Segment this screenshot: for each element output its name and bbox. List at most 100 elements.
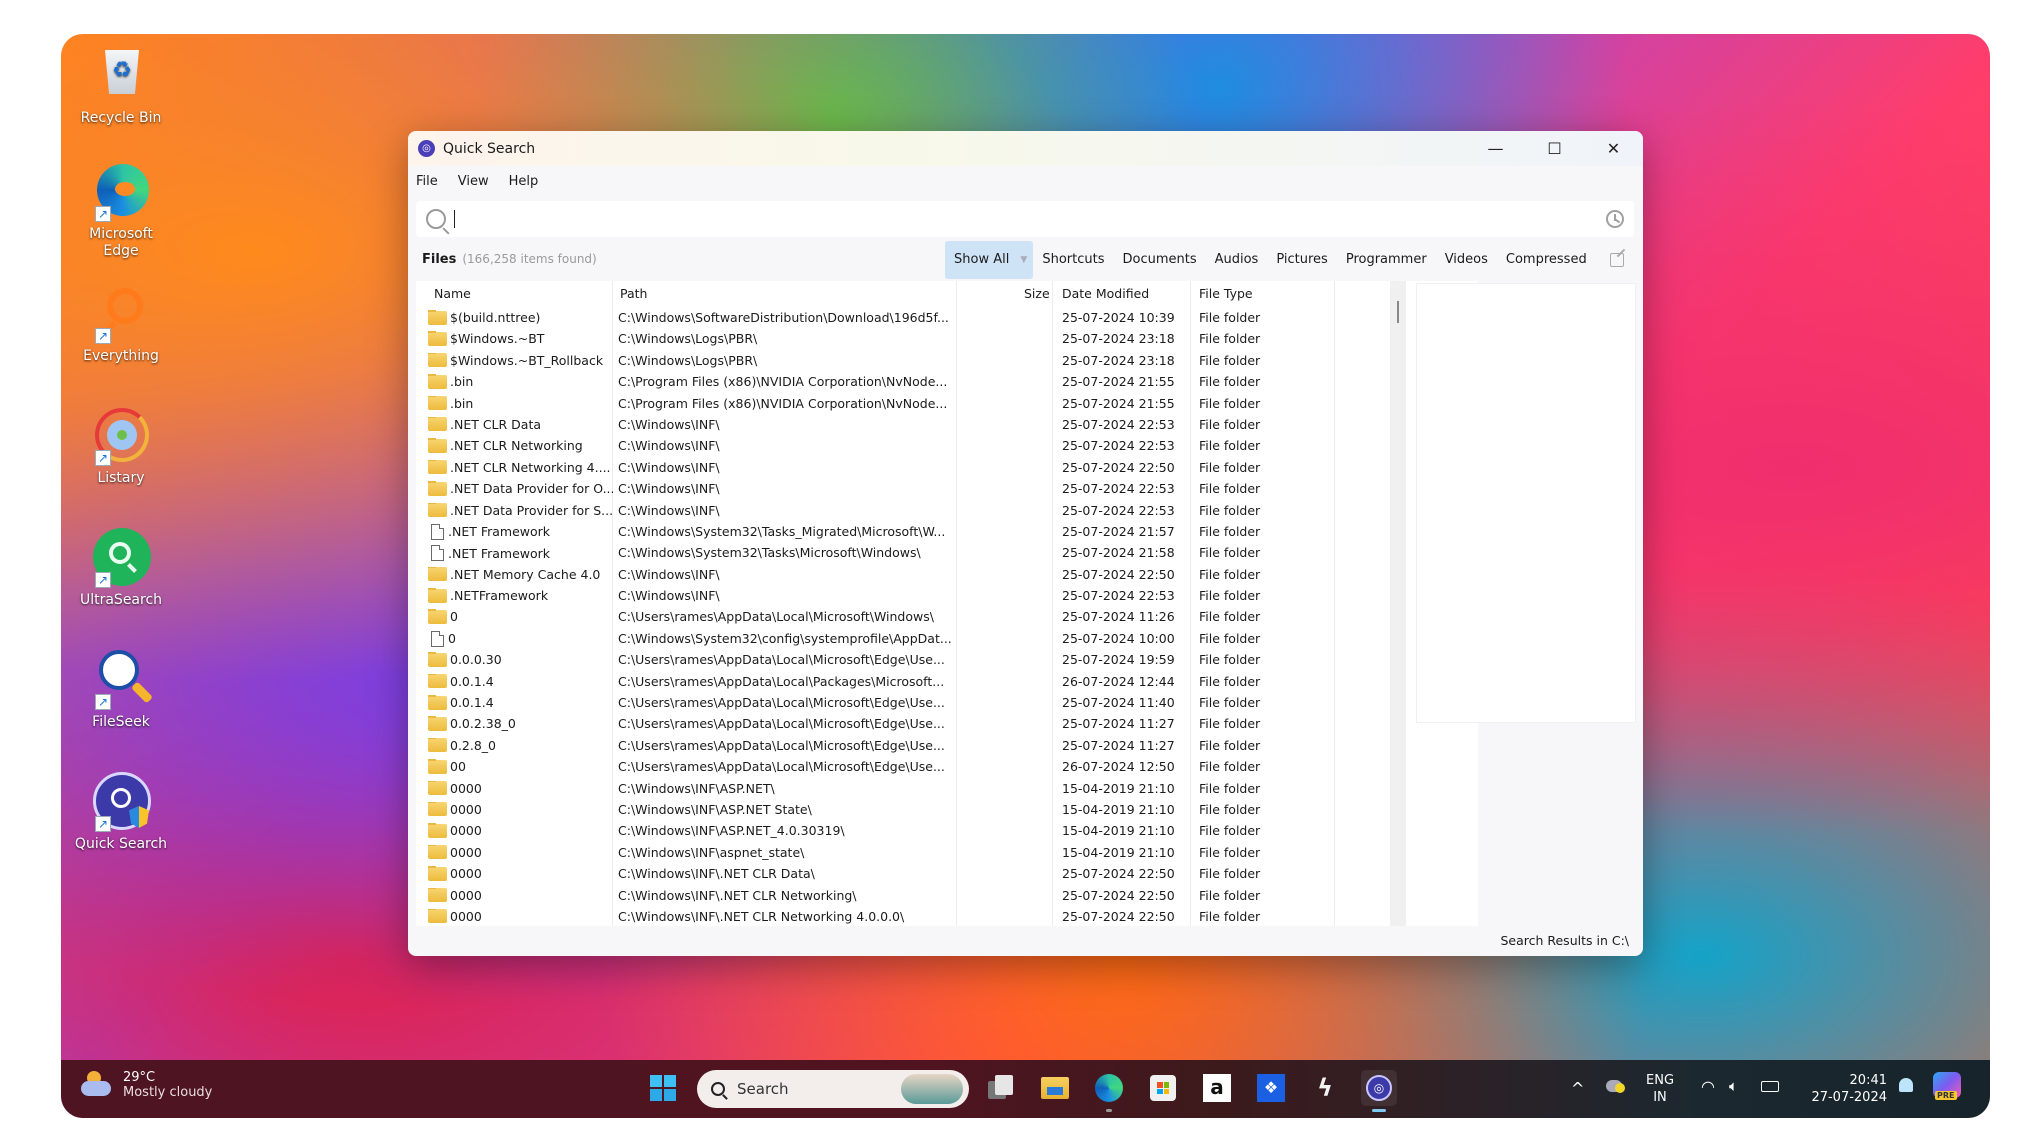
task-view-button[interactable] <box>983 1070 1019 1106</box>
file-type: File folder <box>1199 823 1261 839</box>
volume-icon[interactable]: 🔈︎ <box>1729 1078 1738 1095</box>
desktop-icon-label: Listary <box>97 470 145 486</box>
table-row[interactable]: .bin C:\Program Files (x86)\NVIDIA Corpo… <box>416 394 1478 415</box>
table-row[interactable]: .NET CLR Networking 4.... C:\Windows\INF… <box>416 458 1478 479</box>
tab-documents[interactable]: Documents <box>1113 241 1205 279</box>
table-row[interactable]: .NET Framework C:\Windows\System32\Tasks… <box>416 522 1478 543</box>
tab-compressed[interactable]: Compressed <box>1497 241 1596 279</box>
clock[interactable]: 20:41 27-07-2024 <box>1805 1072 1887 1106</box>
edge-taskbar-button[interactable] <box>1091 1070 1127 1112</box>
table-row[interactable]: 0 C:\Users\rames\AppData\Local\Microsoft… <box>416 607 1478 628</box>
menu-help[interactable]: Help <box>509 174 539 189</box>
show-hidden-icons-button[interactable]: ^ <box>1571 1080 1584 1097</box>
desktop-icon-recycle-bin[interactable]: ♻ Recycle Bin <box>73 46 169 127</box>
file-type: File folder <box>1199 908 1261 924</box>
column-header-name[interactable]: Name <box>434 286 471 301</box>
close-button[interactable]: ✕ <box>1584 131 1643 166</box>
table-row[interactable]: .bin C:\Program Files (x86)\NVIDIA Corpo… <box>416 372 1478 393</box>
table-row[interactable]: 0000 C:\Windows\INF\aspnet_state\ 15-04-… <box>416 843 1478 864</box>
copilot-button[interactable]: PRE <box>1933 1072 1961 1100</box>
table-row[interactable]: .NET Framework C:\Windows\System32\Tasks… <box>416 543 1478 564</box>
desktop-icon-microsoft-edge[interactable]: ↗ Microsoft Edge <box>73 162 169 260</box>
table-row[interactable]: .NET Memory Cache 4.0 C:\Windows\INF\ 25… <box>416 565 1478 586</box>
column-header-size[interactable]: Size <box>1024 286 1050 301</box>
desktop-icon-quick-search[interactable]: ↗ Quick Search <box>73 772 169 853</box>
vertical-scrollbar[interactable] <box>1390 281 1406 926</box>
folder-icon <box>428 673 447 689</box>
history-icon[interactable] <box>1606 210 1624 228</box>
table-row[interactable]: .NET Data Provider for S... C:\Windows\I… <box>416 501 1478 522</box>
folder-icon <box>428 652 447 667</box>
folder-icon <box>428 588 447 603</box>
table-row[interactable]: $Windows.~BT C:\Windows\Logs\PBR\ 25-07-… <box>416 329 1478 350</box>
table-row[interactable]: 0000 C:\Windows\INF\ASP.NET_4.0.30319\ 1… <box>416 821 1478 842</box>
start-button[interactable] <box>645 1070 681 1106</box>
file-path: C:\Users\rames\AppData\Local\Packages\Mi… <box>618 673 945 689</box>
scrollbar-thumb[interactable] <box>1397 301 1399 323</box>
table-row[interactable]: 0000 C:\Windows\INF\ASP.NET\ 15-04-2019 … <box>416 779 1478 800</box>
microsoft-store-button[interactable] <box>1145 1070 1181 1106</box>
tab-audios[interactable]: Audios <box>1206 241 1268 279</box>
file-name: 0 <box>450 609 458 625</box>
file-explorer-button[interactable] <box>1037 1070 1073 1106</box>
file-path: C:\Program Files (x86)\NVIDIA Corporatio… <box>618 395 948 411</box>
weather-temperature: 29°C <box>123 1070 156 1085</box>
battery-icon[interactable] <box>1761 1081 1779 1092</box>
table-row[interactable]: .NET Data Provider for O... C:\Windows\I… <box>416 479 1478 500</box>
table-row[interactable]: 0.0.1.4 C:\Users\rames\AppData\Local\Mic… <box>416 693 1478 714</box>
file-name-cell: .NET Data Provider for O... <box>428 481 613 496</box>
menu-file[interactable]: File <box>416 174 438 189</box>
desktop-icon-ultrasearch[interactable]: ↗ UltraSearch <box>73 528 169 609</box>
desktop-icon-everything[interactable]: ↗ Everything <box>73 284 169 365</box>
table-row[interactable]: $Windows.~BT_Rollback C:\Windows\Logs\PB… <box>416 351 1478 372</box>
table-row[interactable]: .NETFramework C:\Windows\INF\ 25-07-2024… <box>416 586 1478 607</box>
menu-view[interactable]: View <box>458 174 489 189</box>
taskbar-search[interactable]: Search <box>697 1070 969 1108</box>
column-header-path[interactable]: Path <box>620 286 647 301</box>
wifi-icon[interactable]: ◠ <box>1701 1078 1715 1095</box>
tab-pictures[interactable]: Pictures <box>1267 241 1336 279</box>
table-row[interactable]: $(build.nttree) C:\Windows\SoftwareDistr… <box>416 308 1478 329</box>
table-row[interactable]: .NET CLR Networking C:\Windows\INF\ 25-0… <box>416 436 1478 457</box>
notification-bell-icon[interactable] <box>1899 1078 1913 1092</box>
file-date-modified: 15-04-2019 21:10 <box>1062 823 1175 839</box>
maximize-button[interactable]: ☐ <box>1525 131 1584 166</box>
table-row[interactable]: 0 C:\Windows\System32\config\systemprofi… <box>416 629 1478 650</box>
table-row[interactable]: 0000 C:\Windows\INF\ASP.NET State\ 15-04… <box>416 800 1478 821</box>
column-header-date-modified[interactable]: Date Modified <box>1062 286 1149 301</box>
tab-videos[interactable]: Videos <box>1436 241 1497 279</box>
tab-label: Show All <box>954 252 1010 267</box>
table-row[interactable]: 0000 C:\Windows\INF\.NET CLR Networking\… <box>416 886 1478 907</box>
file-path: C:\Windows\INF\.NET CLR Data\ <box>618 866 815 882</box>
column-header-file-type[interactable]: File Type <box>1199 286 1253 301</box>
table-row[interactable]: .NET CLR Data C:\Windows\INF\ 25-07-2024… <box>416 415 1478 436</box>
tab-show-all[interactable]: Show All ▼ <box>945 241 1034 279</box>
table-row[interactable]: 0.0.1.4 C:\Users\rames\AppData\Local\Pac… <box>416 672 1478 693</box>
table-row[interactable]: 0.0.2.38_0 C:\Users\rames\AppData\Local\… <box>416 714 1478 735</box>
chevron-down-icon[interactable]: ▼ <box>1020 241 1027 279</box>
table-row[interactable]: 00 C:\Users\rames\AppData\Local\Microsof… <box>416 757 1478 778</box>
folder-icon <box>428 866 447 881</box>
language-indicator[interactable]: ENG IN <box>1646 1072 1674 1106</box>
edit-filters-icon[interactable] <box>1609 253 1624 267</box>
table-row[interactable]: 0000 C:\Windows\INF\.NET CLR Data\ 25-07… <box>416 864 1478 885</box>
quick-search-taskbar-button[interactable]: ◎ <box>1361 1070 1397 1112</box>
search-bar <box>416 201 1634 237</box>
title-bar[interactable]: ◎ Quick Search — ☐ ✕ <box>408 131 1643 166</box>
folder-icon <box>428 438 447 453</box>
minimize-button[interactable]: — <box>1466 131 1525 166</box>
desktop-icon-listary[interactable]: ↗ Listary <box>73 406 169 487</box>
table-row[interactable]: 0000 C:\Windows\INF\.NET CLR Networking … <box>416 907 1478 926</box>
dropbox-button[interactable]: ❖ <box>1253 1070 1289 1106</box>
app-button[interactable]: ϟ <box>1307 1070 1343 1106</box>
table-row[interactable]: 0.0.0.30 C:\Users\rames\AppData\Local\Mi… <box>416 650 1478 671</box>
tab-shortcuts[interactable]: Shortcuts <box>1033 241 1113 279</box>
onedrive-warning-icon[interactable] <box>1606 1080 1625 1093</box>
menu-bar: File View Help <box>408 166 1643 196</box>
tab-programmer[interactable]: Programmer <box>1337 241 1436 279</box>
weather-widget[interactable]: 29°C Mostly cloudy <box>81 1070 212 1100</box>
desktop-icon-fileseek[interactable]: ↗ FileSeek <box>73 650 169 731</box>
table-row[interactable]: 0.2.8_0 C:\Users\rames\AppData\Local\Mic… <box>416 736 1478 757</box>
amazon-button[interactable]: a <box>1199 1070 1235 1106</box>
search-input[interactable] <box>454 210 1606 228</box>
